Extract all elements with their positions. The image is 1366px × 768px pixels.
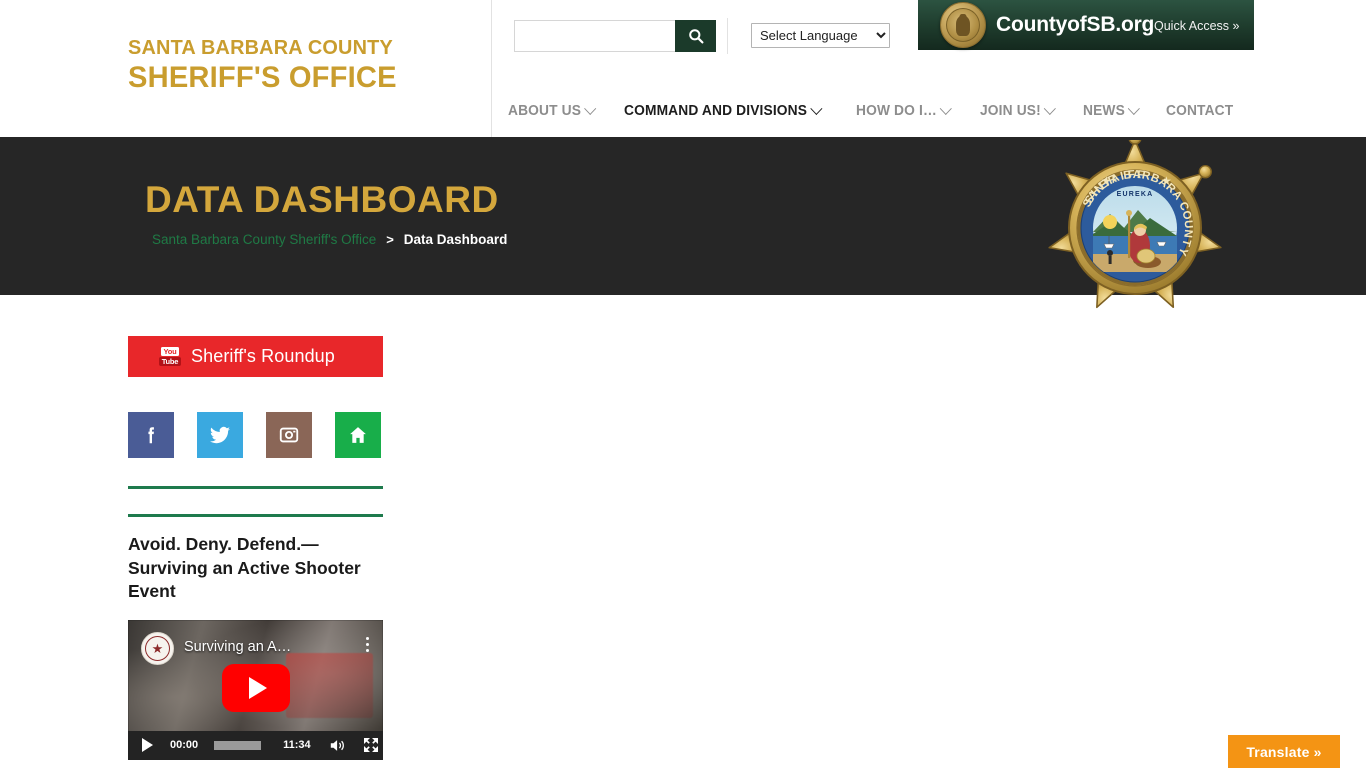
svg-text:EUREKA: EUREKA	[1117, 191, 1154, 198]
search-input[interactable]	[514, 20, 675, 52]
video-more-options-icon[interactable]	[366, 636, 369, 652]
svg-text:A: A	[1132, 169, 1141, 181]
volume-icon	[330, 739, 344, 751]
language-select[interactable]: Select Language	[751, 23, 890, 48]
sheriffs-roundup-button[interactable]: You Tube Sheriff's Roundup	[128, 336, 383, 377]
sidebar-divider-2	[128, 514, 383, 517]
breadcrumb-home-link[interactable]: Santa Barbara County Sheriff's Office	[152, 232, 376, 247]
youtube-video-embed[interactable]: ★ Surviving an A… 00:00 11:34	[128, 619, 383, 760]
search-icon	[688, 29, 703, 44]
county-seal-inner	[946, 8, 980, 42]
chevron-down-icon	[1127, 101, 1140, 115]
video-controls-bar: 00:00 11:34	[128, 730, 383, 760]
mute-button[interactable]	[329, 738, 347, 753]
nav-item-how-do-i[interactable]: HOW DO I…	[855, 101, 952, 119]
nav-label: ABOUT US	[508, 103, 582, 119]
chevron-down-icon	[1043, 101, 1056, 115]
breadcrumb: Santa Barbara County Sheriff's Office > …	[152, 232, 507, 247]
search-submit-button[interactable]	[675, 20, 716, 52]
page-title: DATA DASHBOARD	[145, 179, 499, 220]
sidebar-divider-1	[128, 486, 383, 489]
video-duration: 11:34	[283, 739, 311, 752]
header-divider-language	[727, 18, 728, 54]
house-glyph	[350, 427, 366, 443]
svg-text:★: ★	[1101, 174, 1112, 188]
channel-avatar-ring: ★	[145, 635, 170, 661]
twitter-bird-glyph	[210, 426, 230, 444]
search-form	[514, 20, 716, 52]
nav-label: CONTACT	[1165, 103, 1234, 119]
translate-label: Translate »	[1246, 743, 1322, 760]
page-root: SANTA BARBARA COUNTY SHERIFF'S OFFICE Se…	[0, 0, 1366, 768]
instagram-icon[interactable]	[266, 412, 312, 458]
nav-label: JOIN US!	[979, 103, 1041, 119]
fullscreen-button[interactable]	[363, 737, 379, 753]
video-play-overlay-button[interactable]	[221, 664, 290, 713]
nav-item-about-us[interactable]: ABOUT US	[508, 101, 597, 119]
county-banner-title[interactable]: CountyofSB.org	[996, 13, 1154, 37]
nav-label: COMMAND AND DIVISIONS	[623, 103, 808, 119]
logo-line-office: SHERIFF'S OFFICE	[128, 60, 397, 94]
youtube-icon-you: You	[161, 346, 179, 356]
social-links	[128, 412, 383, 458]
star-icon: ★	[151, 640, 164, 656]
play-button[interactable]	[142, 738, 153, 753]
county-seal-icon	[940, 2, 986, 48]
video-progress-slider[interactable]	[214, 740, 262, 750]
site-header: SANTA BARBARA COUNTY SHERIFF'S OFFICE Se…	[0, 0, 1366, 137]
chevron-down-icon	[809, 101, 823, 115]
site-logo[interactable]: SANTA BARBARA COUNTY SHERIFF'S OFFICE	[128, 36, 405, 94]
twitter-icon[interactable]	[197, 412, 243, 458]
header-vertical-divider	[491, 0, 492, 137]
svg-text:★: ★	[1161, 174, 1172, 188]
main-navigation: ABOUT US COMMAND AND DIVISIONS HOW DO I……	[508, 101, 1237, 119]
instagram-camera-glyph	[279, 427, 299, 443]
chevron-down-icon	[939, 101, 952, 115]
sidebar: You Tube Sheriff's Roundup Avoid. Deny. …	[128, 336, 383, 768]
nav-item-contact[interactable]: CONTACT	[1166, 103, 1233, 119]
fullscreen-icon	[363, 738, 378, 753]
play-triangle-icon	[248, 677, 267, 700]
breadcrumb-separator: >	[386, 232, 394, 247]
sheriffs-roundup-label: Sheriff's Roundup	[191, 346, 335, 366]
nextdoor-icon[interactable]	[335, 412, 381, 458]
nav-item-news[interactable]: NEWS	[1082, 101, 1140, 119]
video-current-time: 00:00	[170, 739, 199, 752]
youtube-icon: You Tube	[159, 347, 181, 366]
svg-text:U: U	[1182, 220, 1195, 229]
county-seal-figure	[956, 15, 970, 36]
translate-button[interactable]: Translate »	[1228, 735, 1340, 768]
sheriff-star-badge-icon: EUREKA S H E R I F F S A N T A B A R B A…	[1000, 131, 1270, 315]
facebook-icon[interactable]	[128, 412, 174, 458]
video-title[interactable]: Surviving an A…	[184, 639, 291, 655]
logo-line-county: SANTA BARBARA COUNTY	[128, 36, 393, 59]
nav-item-command-and-divisions[interactable]: COMMAND AND DIVISIONS	[623, 101, 823, 119]
nav-label: HOW DO I…	[855, 103, 937, 119]
breadcrumb-current: Data Dashboard	[403, 232, 508, 247]
quick-access-link[interactable]: Quick Access »	[1154, 19, 1239, 33]
video-channel-avatar[interactable]: ★	[141, 631, 174, 665]
nav-item-join-us[interactable]: JOIN US!	[979, 101, 1056, 119]
facebook-glyph	[148, 427, 154, 444]
youtube-icon-tube: Tube	[159, 357, 181, 366]
sidebar-article-heading: Avoid. Deny. Defend.—Surviving an Active…	[128, 534, 361, 602]
nav-label: NEWS	[1082, 103, 1125, 119]
chevron-down-icon	[584, 101, 597, 115]
svg-text:B: B	[1123, 169, 1133, 182]
svg-text:N: N	[1181, 229, 1194, 239]
